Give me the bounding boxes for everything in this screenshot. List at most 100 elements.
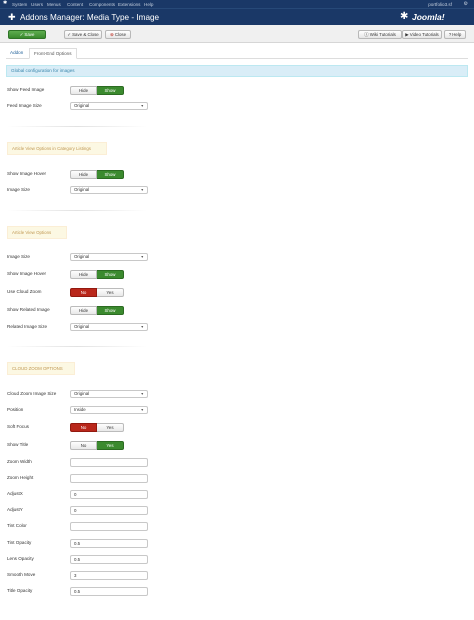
joomla-brand-text: Joomla! [412, 12, 445, 22]
gear-icon[interactable]: ⚙ [464, 1, 468, 7]
caret-down-icon: ▼ [140, 104, 144, 108]
image-size-select[interactable]: Original ▼ [70, 253, 148, 261]
adjust-y-input[interactable]: 0 [70, 506, 148, 515]
smooth-move-label: Smooth Move [7, 572, 36, 577]
use-cloud-zoom-no[interactable]: No [70, 288, 97, 297]
check-icon: ✓ [67, 32, 72, 37]
check-icon: ✓ [19, 32, 24, 37]
menu-components[interactable]: Components [89, 2, 115, 7]
wiki-tutorials-button[interactable]: ⓘWiki Tutorials [358, 30, 402, 39]
zoom-width-label: Zoom Width [7, 459, 32, 464]
caret-down-icon: ▼ [140, 188, 144, 192]
smooth-move-input[interactable]: 3 [70, 571, 148, 580]
question-icon: ? [448, 32, 452, 37]
divider [7, 126, 147, 127]
position-select[interactable]: Inside ▼ [70, 406, 148, 414]
section-article-view: Article View Options [7, 226, 67, 239]
zoom-height-input[interactable] [70, 474, 148, 483]
close-button[interactable]: ⊗Close [105, 30, 131, 39]
show-image-hover-label: Show Image Hover [7, 271, 47, 276]
tab-addon[interactable]: Addon [6, 48, 27, 59]
use-cloud-zoom-toggle: No Yes [70, 288, 124, 297]
show-related-image-label: Show Related Image [7, 307, 50, 312]
menu-system[interactable]: System [12, 2, 27, 7]
show-feed-image-show[interactable]: Show [97, 86, 124, 95]
divider [7, 210, 147, 211]
section-category-listings: Article View Options in Category Listing… [7, 142, 107, 155]
image-size-label: Image Size [7, 254, 30, 259]
show-title-toggle: No Yes [70, 441, 124, 450]
info-icon: ⓘ [364, 32, 369, 37]
global-config-info: Global configuration for images [6, 65, 468, 77]
show-related-image-toggle: Hide Show [70, 306, 124, 315]
toolbar: ✓Save ✓Save & Close ⊗Close ⓘWiki Tutoria… [0, 25, 474, 43]
related-image-size-select[interactable]: Original ▼ [70, 323, 148, 331]
lens-opacity-label: Lens Opacity [7, 556, 34, 561]
caret-down-icon: ▼ [140, 408, 144, 412]
show-title-no[interactable]: No [70, 441, 97, 450]
joomla-brand: ✱ Joomla! [400, 11, 450, 23]
menu-users[interactable]: Users [31, 2, 43, 7]
soft-focus-no[interactable]: No [70, 423, 97, 432]
tint-opacity-input[interactable]: 0.5 [70, 539, 148, 548]
section-cloud-zoom: CLOUD ZOOM OPTIONS [7, 362, 75, 375]
save-button[interactable]: ✓Save [8, 30, 46, 39]
adjust-x-label: AdjustX [7, 491, 23, 496]
cloud-zoom-image-size-label: Cloud Zoom Image Size [7, 391, 57, 396]
top-menu-bar: ✱ System Users Menus Content Components … [0, 0, 474, 8]
menu-help[interactable]: Help [144, 2, 153, 7]
lens-opacity-input[interactable]: 0.5 [70, 555, 148, 564]
zoom-height-label: Zoom Height [7, 475, 34, 480]
feed-image-size-select[interactable]: Original ▼ [70, 102, 148, 110]
show-image-hover-cat-hide[interactable]: Hide [70, 170, 97, 179]
adjust-x-input[interactable]: 0 [70, 490, 148, 499]
page-title: Addons Manager: Media Type - Image [20, 13, 160, 22]
show-related-image-show[interactable]: Show [97, 306, 124, 315]
menu-extensions[interactable]: Extensions [118, 2, 140, 7]
caret-down-icon: ▼ [140, 325, 144, 329]
save-close-button[interactable]: ✓Save & Close [64, 30, 102, 39]
close-icon: ⊗ [109, 32, 114, 37]
show-feed-image-hide[interactable]: Hide [70, 86, 97, 95]
show-image-hover-cat-show[interactable]: Show [97, 170, 124, 179]
menu-menus[interactable]: Menus [47, 2, 61, 7]
site-link[interactable]: portfolio3.sf [428, 2, 452, 7]
adjust-y-label: AdjustY [7, 507, 23, 512]
show-image-hover-hide[interactable]: Hide [70, 270, 97, 279]
soft-focus-label: Soft Focus [7, 424, 29, 429]
help-button[interactable]: ?Help [444, 30, 466, 39]
title-opacity-label: Title Opacity [7, 588, 33, 593]
feed-image-size-label: Feed Image Size [7, 103, 42, 108]
show-title-label: Show Title [7, 442, 29, 447]
tint-opacity-label: Tint Opacity [7, 540, 32, 545]
show-image-hover-cat-label: Show Image Hover [7, 171, 47, 176]
tab-front-end-options[interactable]: Front-End Options [29, 48, 77, 59]
zoom-width-input[interactable] [70, 458, 148, 467]
show-image-hover-show[interactable]: Show [97, 270, 124, 279]
menu-content[interactable]: Content [67, 2, 83, 7]
image-size-cat-label: Image Size [7, 187, 30, 192]
show-image-hover-toggle: Hide Show [70, 270, 124, 279]
use-cloud-zoom-yes[interactable]: Yes [97, 288, 124, 297]
position-label: Position [7, 407, 24, 412]
page-header: ✚ Addons Manager: Media Type - Image ✱ J… [0, 8, 474, 25]
tab-bar: Addon Front-End Options [6, 47, 468, 59]
show-title-yes[interactable]: Yes [97, 441, 124, 450]
cloud-zoom-image-size-select[interactable]: Original ▼ [70, 390, 148, 398]
show-image-hover-cat-toggle: Hide Show [70, 170, 124, 179]
related-image-size-label: Related Image Size [7, 324, 48, 329]
show-feed-image-label: Show Feed Image [7, 87, 45, 92]
title-opacity-input[interactable]: 0.5 [70, 587, 148, 596]
tint-color-input[interactable] [70, 522, 148, 531]
use-cloud-zoom-label: Use Cloud Zoom [7, 289, 42, 294]
image-size-cat-select[interactable]: Original ▼ [70, 186, 148, 194]
puzzle-icon: ✚ [8, 12, 16, 22]
caret-down-icon: ▼ [140, 255, 144, 259]
video-icon: ▶ [405, 32, 409, 37]
joomla-logo-icon[interactable]: ✱ [3, 1, 8, 6]
video-tutorials-button[interactable]: ▶Video Tutorials [402, 30, 442, 39]
show-feed-image-toggle: Hide Show [70, 86, 124, 95]
soft-focus-yes[interactable]: Yes [97, 423, 124, 432]
show-related-image-hide[interactable]: Hide [70, 306, 97, 315]
divider [7, 346, 147, 347]
